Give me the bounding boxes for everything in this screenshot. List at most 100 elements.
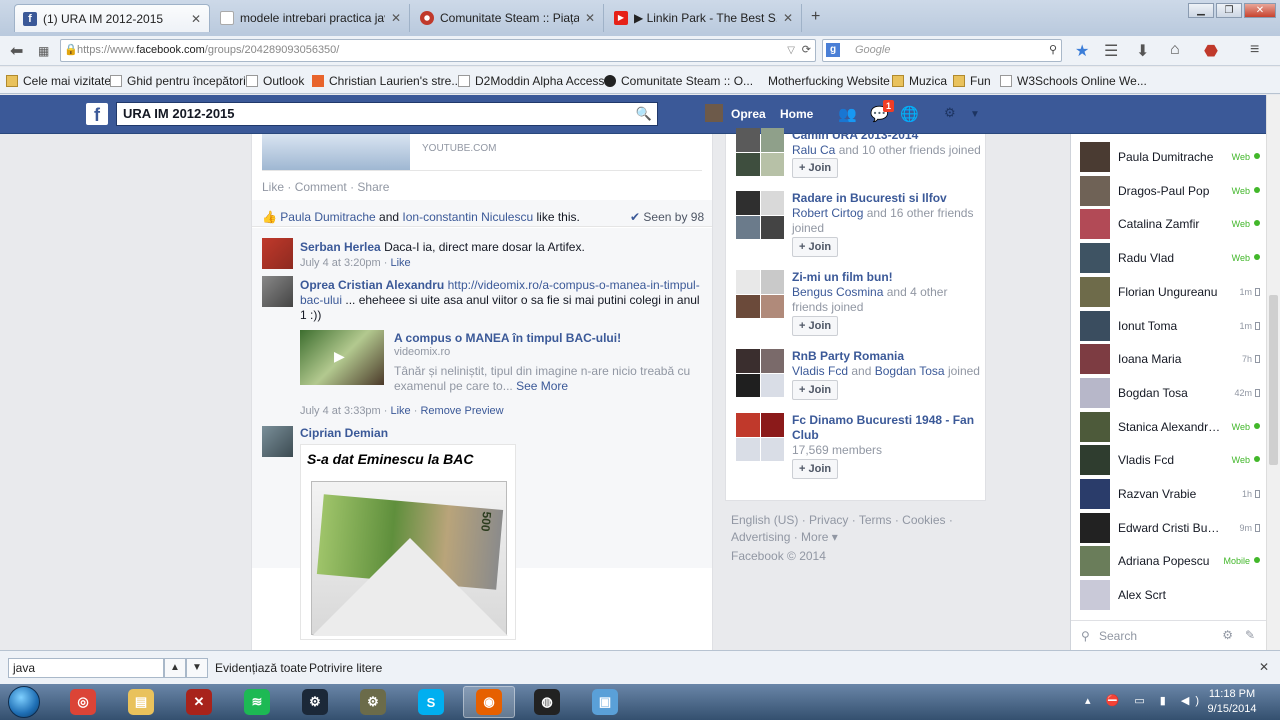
taskbar-app[interactable]: ✕ (173, 686, 225, 718)
facebook-logo-icon[interactable]: f (86, 103, 108, 125)
join-button[interactable]: + Join (792, 316, 839, 336)
close-window-button[interactable]: ✕ (1244, 3, 1276, 18)
bookmark-most-visited[interactable]: Cele mai vizitate (6, 74, 111, 88)
link-preview-thumbnail[interactable] (262, 134, 410, 170)
group-photos[interactable] (736, 349, 784, 397)
find-next-button[interactable]: ▼ (186, 658, 208, 678)
friend-requests-icon[interactable]: 👥 (838, 105, 858, 123)
group-photos[interactable] (736, 128, 784, 176)
page-scrollbar[interactable] (1266, 95, 1280, 650)
group-photos[interactable] (736, 413, 784, 461)
chat-friend[interactable]: Radu Vlad Web (1080, 243, 1260, 274)
chat-friend[interactable]: Dragos-Paul Pop Web (1080, 175, 1260, 206)
taskbar-app[interactable]: ⚙ (289, 686, 341, 718)
back-arrow-icon[interactable]: ⬅ (10, 41, 23, 61)
group-name[interactable]: Radare in Bucuresti si Ilfov (792, 191, 982, 206)
chat-friend[interactable]: Razvan Vrabie 1h (1080, 479, 1260, 509)
footer-link[interactable]: Cookies (902, 513, 945, 527)
chat-search-input[interactable]: ⚲ Search ⚙ ✎ (1071, 620, 1267, 650)
footer-link[interactable]: Privacy (809, 513, 848, 527)
chat-friend[interactable]: Edward Cristi Butoiu 9m (1080, 512, 1260, 543)
group-name[interactable]: RnB Party Romania (792, 349, 982, 364)
bookmark-outlook[interactable]: Outlook (246, 74, 304, 88)
chat-friend[interactable]: Stanica Alexandru... Web (1080, 411, 1260, 442)
like-button[interactable]: Like (262, 180, 284, 194)
bookmark-getting-started[interactable]: Ghid pentru începători (110, 74, 246, 88)
join-button[interactable]: + Join (792, 158, 839, 178)
avatar[interactable] (262, 276, 293, 307)
join-button[interactable]: + Join (792, 380, 839, 400)
chat-friend[interactable]: Ioana Maria 7h (1080, 344, 1260, 375)
footer-link[interactable]: Advertising (731, 530, 790, 544)
tab-youtube-linkin-park[interactable]: ▶ ▶ Linkin Park - The Best S... ✕ (606, 4, 802, 32)
scrollbar-thumb[interactable] (1269, 295, 1278, 465)
maximize-button[interactable]: ❐ (1216, 3, 1242, 18)
taskbar-app[interactable]: ▤ (115, 686, 167, 718)
comment-author[interactable]: Ciprian Demian (300, 426, 388, 440)
new-tab-button[interactable]: + (811, 8, 820, 26)
chat-friend[interactable]: Ionut Toma 1m (1080, 310, 1260, 341)
account-menu-arrow-icon[interactable]: ▼ (970, 109, 990, 127)
tab-facebook-group[interactable]: f (1) URA IM 2012-2015 ✕ (14, 4, 210, 32)
bookmark-star-icon[interactable]: ★ (1075, 41, 1089, 61)
taskbar-app[interactable]: ◉ (463, 686, 515, 718)
clock[interactable]: 11:18 PM 9/15/2014 (1200, 687, 1264, 717)
dropdown-arrow-icon[interactable]: ▽ (787, 40, 795, 61)
tab-steam-market[interactable]: Comunitate Steam :: Piața ... ✕ (412, 4, 604, 32)
google-icon[interactable]: g (826, 43, 840, 57)
comment-like-button[interactable]: Like (391, 257, 411, 269)
footer-link[interactable]: Terms (859, 513, 892, 527)
download-icon[interactable]: ⬇ (1136, 41, 1149, 61)
comment-image[interactable]: S-a dat Eminescu la BAC 500 (300, 444, 516, 640)
profile-link[interactable]: Oprea (731, 107, 766, 121)
chat-friend[interactable]: Alex Scrt (1080, 580, 1260, 611)
footer-link[interactable]: English (US) (731, 513, 798, 527)
close-tab-icon[interactable]: ✕ (191, 12, 201, 26)
home-link[interactable]: Home (780, 107, 813, 121)
comment-author[interactable]: Oprea Cristian Alexandru (300, 278, 444, 292)
liker-link[interactable]: Ion-constantin Niculescu (402, 210, 533, 224)
see-more-link[interactable]: See More (516, 379, 568, 393)
group-name[interactable]: Fc Dinamo Bucuresti 1948 - Fan Club (792, 413, 982, 443)
reload-icon[interactable]: ⟳ (802, 40, 811, 61)
close-tab-icon[interactable]: ✕ (783, 11, 793, 25)
group-photos[interactable] (736, 191, 784, 239)
chat-friend[interactable]: Florian Ungureanu 1m (1080, 276, 1260, 307)
close-tab-icon[interactable]: ✕ (391, 11, 401, 25)
taskbar-app[interactable]: ⚙ (347, 686, 399, 718)
group-name[interactable]: Camin URA 2013-2014 (792, 128, 982, 143)
bookmarks-list-icon[interactable]: ☰ (1104, 41, 1118, 61)
remove-preview-button[interactable]: Remove Preview (420, 405, 503, 417)
menu-icon[interactable]: ≡ (1250, 41, 1259, 59)
avatar[interactable] (262, 238, 293, 269)
avatar[interactable] (705, 104, 723, 122)
taskbar-app[interactable]: ≋ (231, 686, 283, 718)
footer-link[interactable]: More ▾ (801, 530, 838, 544)
chat-friend[interactable]: Adriana Popescu Mobile (1080, 546, 1260, 577)
comment-button[interactable]: Comment (295, 180, 347, 194)
taskbar-app[interactable]: S (405, 686, 457, 718)
seen-by[interactable]: ✔ Seen by 98 (630, 210, 704, 224)
minimize-button[interactable]: ▁ (1188, 3, 1214, 18)
tab-java-questions[interactable]: modele intrebari practica java.... ✕ (212, 4, 410, 32)
search-bar[interactable]: g Google ⚲ (822, 39, 1062, 62)
chat-friend[interactable]: Paula Dumitrache Web (1080, 142, 1260, 172)
search-icon[interactable]: 🔍 (636, 103, 652, 125)
chat-friend[interactable]: Catalina Zamfir Web (1080, 209, 1260, 240)
comment-author[interactable]: Serban Herlea (300, 240, 381, 254)
close-tab-icon[interactable]: ✕ (585, 11, 595, 25)
preview-title[interactable]: A compus o MANEA în timpul BAC-ului! (394, 331, 621, 345)
facebook-search-input[interactable]: URA IM 2012-2015 🔍 (116, 102, 658, 126)
grid-icon[interactable]: ▦ (38, 44, 49, 58)
gear-icon[interactable]: ⚙ (1222, 628, 1233, 642)
group-photos[interactable] (736, 270, 784, 318)
share-button[interactable]: Share (357, 180, 389, 194)
highlight-all-button[interactable]: Evidențiază toate (215, 661, 307, 675)
taskbar-app[interactable]: ◍ (521, 686, 573, 718)
video-thumbnail[interactable]: ▶ (300, 330, 384, 385)
find-input[interactable]: java (8, 658, 164, 678)
system-tray[interactable]: ▴ ⛔ ▭ ▮ ◀) (1085, 694, 1205, 707)
adblock-icon[interactable]: ⬣ (1204, 41, 1218, 61)
bookmark-steam-community[interactable]: Comunitate Steam :: O... (604, 74, 753, 88)
notifications-globe-icon[interactable]: 🌐 (900, 105, 920, 123)
